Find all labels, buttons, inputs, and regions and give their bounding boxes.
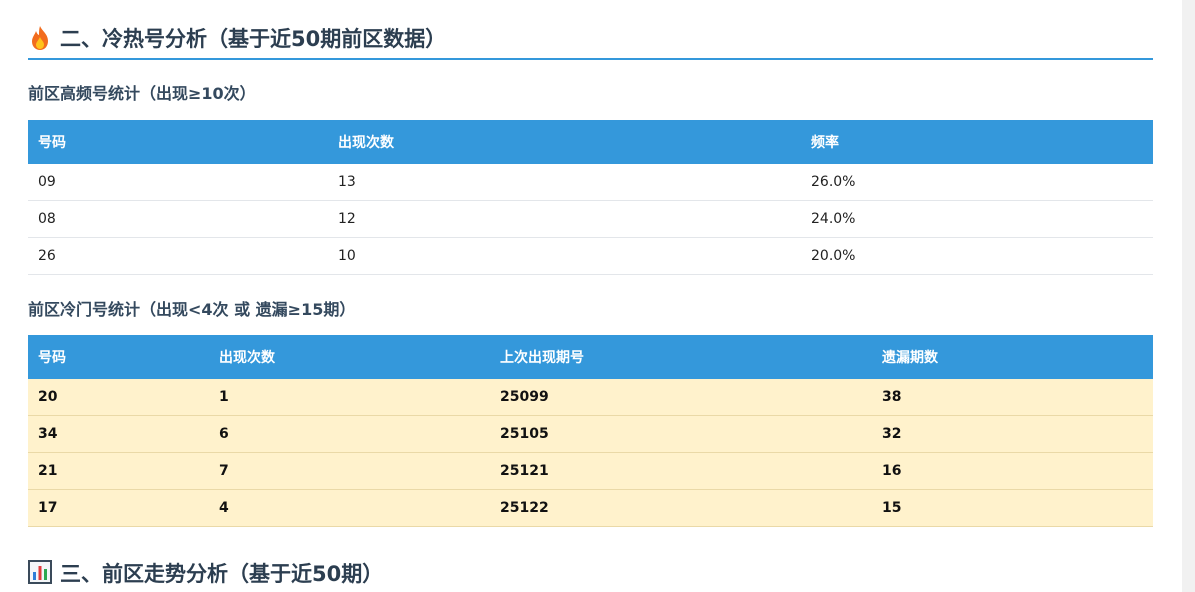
table-row: 08 12 24.0%	[28, 200, 1153, 238]
column-header-count: 出现次数	[328, 120, 801, 164]
cell-frequency: 20.0%	[801, 237, 1153, 275]
cell-frequency: 24.0%	[801, 200, 1153, 238]
section-heading-trend: 三、前区走势分析（基于近50期）	[28, 555, 1153, 591]
cell-last-issue: 25099	[490, 379, 872, 416]
table-row: 09 13 26.0%	[28, 164, 1153, 201]
table-row: 17 4 25122 15	[28, 489, 1153, 527]
table-header-row: 号码 出现次数 频率	[28, 120, 1153, 164]
hot-numbers-table: 号码 出现次数 频率 09 13 26.0% 08 12 24.0% 26 10…	[28, 120, 1153, 275]
table-header-row: 号码 出现次数 上次出现期号 遗漏期数	[28, 335, 1153, 379]
bar-chart-icon	[28, 560, 52, 586]
table-row: 20 1 25099 38	[28, 379, 1153, 416]
cell-count: 12	[328, 200, 801, 238]
fire-icon	[28, 25, 52, 51]
cold-numbers-table: 号码 出现次数 上次出现期号 遗漏期数 20 1 25099 38 34 6 2…	[28, 335, 1153, 527]
cell-count: 10	[328, 237, 801, 275]
cell-count: 7	[209, 452, 490, 490]
cell-missed-periods: 16	[872, 452, 1153, 490]
cell-count: 13	[328, 164, 801, 201]
section-title-text: 二、冷热号分析（基于近50期前区数据）	[60, 27, 447, 51]
column-header-frequency: 频率	[801, 120, 1153, 164]
cell-missed-periods: 15	[872, 489, 1153, 527]
cell-count: 4	[209, 489, 490, 527]
cell-number: 26	[28, 237, 328, 275]
cell-number: 20	[28, 379, 209, 416]
column-header-last-issue: 上次出现期号	[490, 335, 872, 379]
cell-count: 6	[209, 415, 490, 453]
cell-frequency: 26.0%	[801, 164, 1153, 201]
cell-number: 34	[28, 415, 209, 453]
cell-missed-periods: 32	[872, 415, 1153, 453]
cell-last-issue: 25105	[490, 415, 872, 453]
table-row: 34 6 25105 32	[28, 415, 1153, 453]
table-row: 26 10 20.0%	[28, 237, 1153, 275]
cell-last-issue: 25121	[490, 452, 872, 490]
cell-last-issue: 25122	[490, 489, 872, 527]
section-title-text: 三、前区走势分析（基于近50期）	[60, 562, 384, 586]
column-header-number: 号码	[28, 120, 328, 164]
cell-missed-periods: 38	[872, 379, 1153, 416]
cell-number: 21	[28, 452, 209, 490]
column-header-missed-periods: 遗漏期数	[872, 335, 1153, 379]
hot-numbers-subtitle: 前区高频号统计（出现≥10次）	[28, 84, 256, 103]
column-header-count: 出现次数	[209, 335, 490, 379]
cell-number: 08	[28, 200, 328, 238]
column-header-number: 号码	[28, 335, 209, 379]
cell-number: 17	[28, 489, 209, 527]
cell-number: 09	[28, 164, 328, 201]
scrollbar-track[interactable]	[1182, 0, 1195, 592]
section-heading-cold-hot: 二、冷热号分析（基于近50期前区数据）	[28, 18, 1153, 60]
cell-count: 1	[209, 379, 490, 416]
table-row: 21 7 25121 16	[28, 452, 1153, 490]
cold-numbers-subtitle: 前区冷门号统计（出现<4次 或 遗漏≥15期）	[28, 300, 356, 319]
